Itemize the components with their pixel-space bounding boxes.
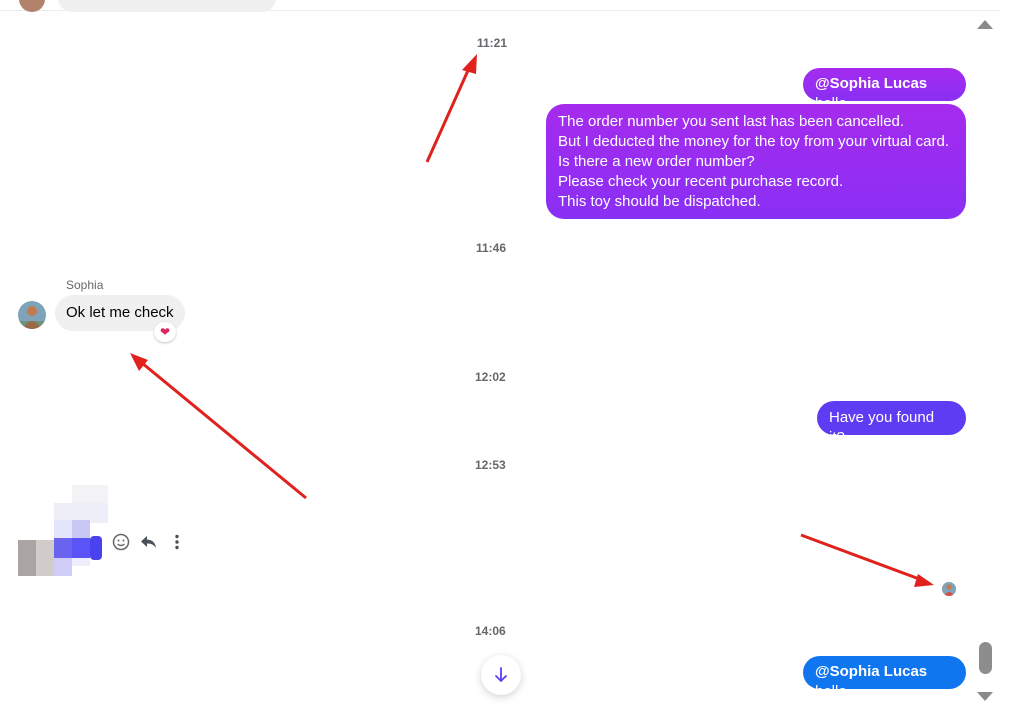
mention[interactable]: @Sophia Lucas	[815, 75, 927, 92]
scroll-to-bottom-button[interactable]	[481, 655, 521, 695]
annotation-arrow	[130, 353, 307, 500]
emoji-icon[interactable]	[112, 533, 130, 551]
avatar[interactable]	[18, 301, 46, 329]
message-line: But I deducted the money for the toy fro…	[558, 133, 950, 150]
annotation-arrow	[425, 54, 477, 163]
previous-message-bubble	[58, 0, 276, 12]
reply-icon[interactable]	[140, 533, 158, 551]
timestamp: 14:06	[475, 624, 506, 638]
arrow-down-icon	[495, 667, 507, 682]
message-line: Is there a new order number?	[558, 153, 755, 170]
scroll-down-icon[interactable]	[977, 692, 993, 701]
message-line: Please check your recent purchase record…	[558, 173, 844, 190]
message-text: hello	[815, 683, 847, 700]
message-line: This toy should be dispatched.	[558, 193, 761, 210]
annotation-arrow	[800, 533, 934, 587]
heart-reaction[interactable]: ❤	[154, 322, 176, 342]
timestamp: 12:02	[475, 370, 506, 384]
seen-avatar	[942, 582, 956, 596]
mention[interactable]: @Sophia Lucas	[815, 663, 927, 680]
message-bubble-outgoing[interactable]: Have you found it?	[817, 401, 966, 446]
more-icon[interactable]	[168, 533, 186, 551]
timestamp: 11:21	[477, 36, 508, 50]
scroll-up-icon[interactable]	[977, 20, 993, 29]
message-bubble-outgoing[interactable]: @Sophia Lucas hello	[803, 68, 966, 112]
timestamp: 12:53	[475, 458, 506, 472]
message-line: The order number you sent last has been …	[558, 113, 905, 130]
timestamp: 11:46	[476, 241, 507, 255]
message-bubble-outgoing[interactable]: The order number you sent last has been …	[546, 104, 966, 219]
scrollbar-gutter	[1000, 10, 1029, 706]
scrollbar-thumb[interactable]	[979, 642, 992, 674]
sender-name: Sophia	[66, 278, 104, 292]
message-bubble-outgoing[interactable]: @Sophia Lucas hello	[803, 656, 966, 700]
